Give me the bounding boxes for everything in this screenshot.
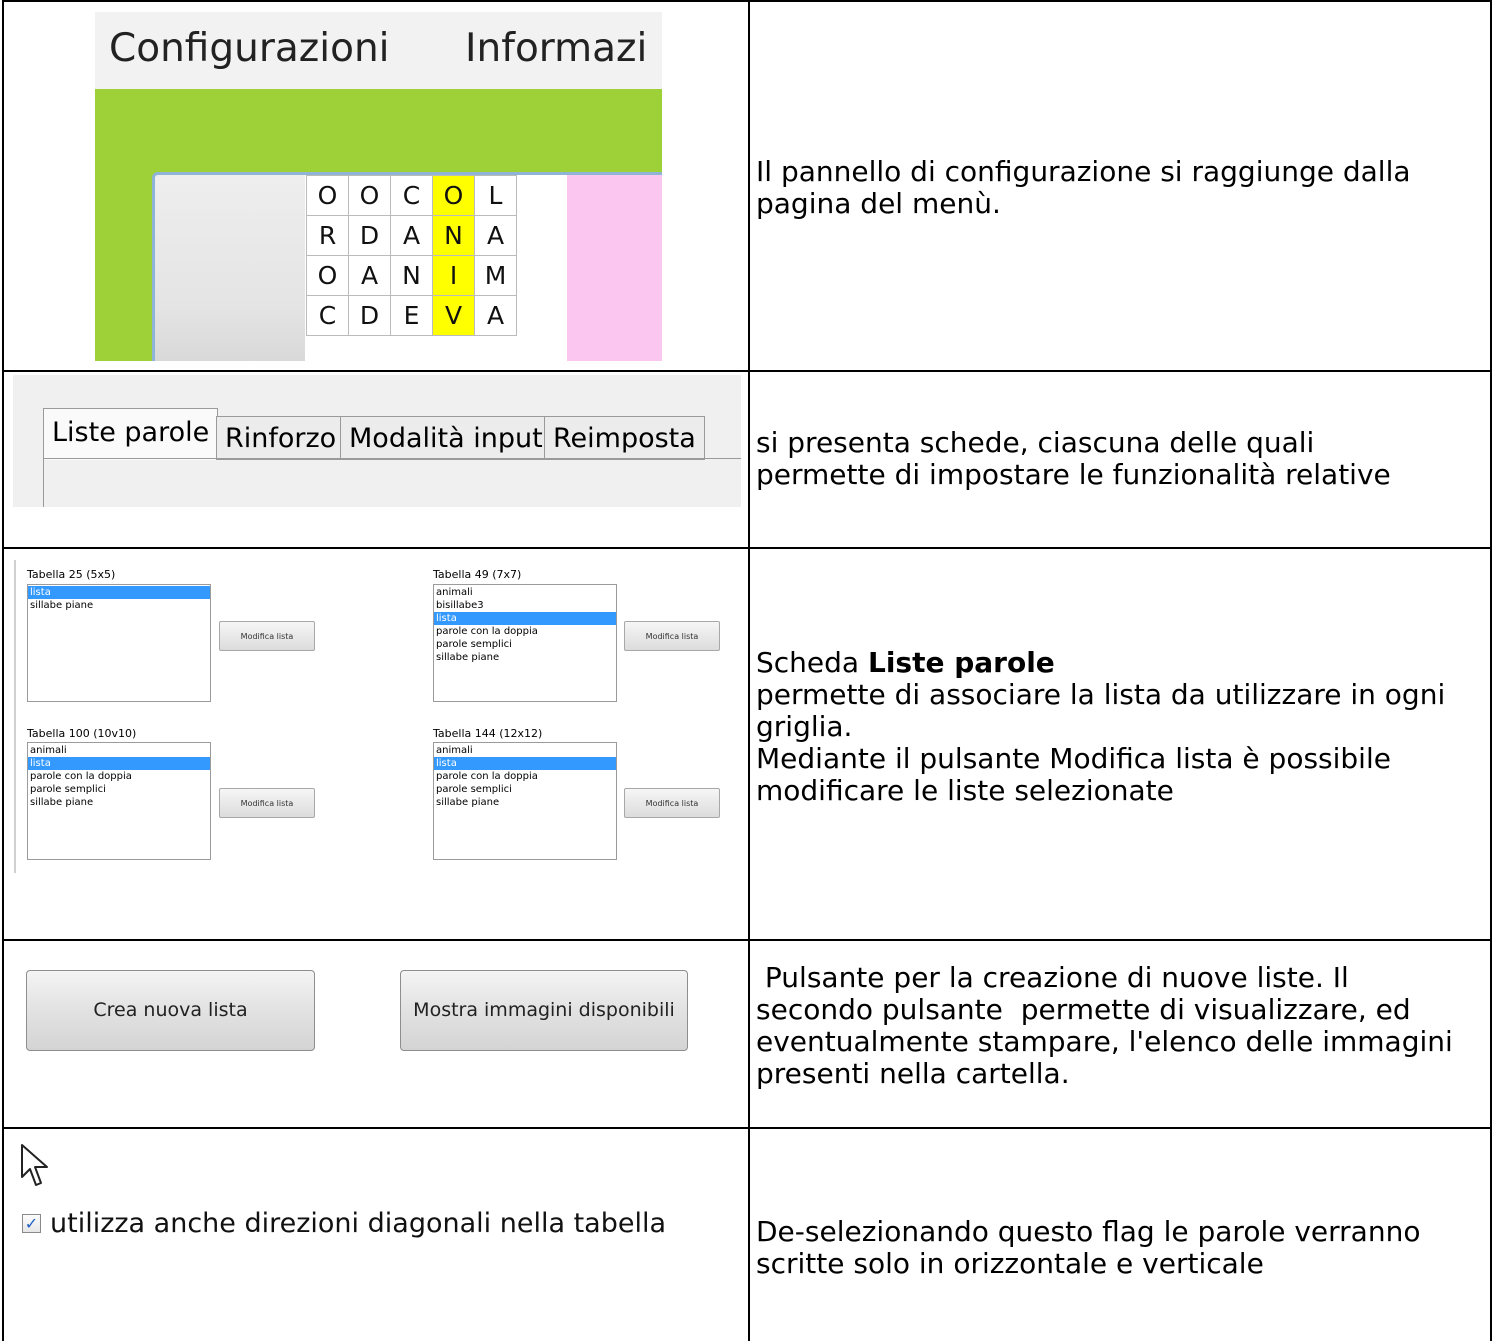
list-item[interactable]: parole con la doppia	[28, 770, 210, 783]
list-item[interactable]: animali	[434, 586, 616, 599]
grid-cell[interactable]: A	[348, 255, 391, 296]
crea-nuova-lista-button[interactable]: Crea nuova lista	[26, 970, 315, 1051]
grid-cell[interactable]: R	[306, 215, 349, 256]
list-item[interactable]: sillabe piane	[434, 651, 616, 664]
row1-description: Il pannello di configurazione si raggiun…	[756, 155, 1411, 220]
list-box-49[interactable]: animali bisillabe3 lista parole con la dopp…	[433, 584, 617, 702]
list-box-25[interactable]: lista sillabe piane	[27, 584, 211, 702]
menu-bar: Configurazioni Informazi	[95, 12, 662, 85]
word-grid: OOCOLRDANAOANIMCDEVA	[306, 175, 517, 336]
list-item[interactable]: parole con la doppia	[434, 625, 616, 638]
grid-cell[interactable]: A	[474, 295, 517, 336]
modifica-lista-button-25[interactable]: Modifica lista	[219, 621, 315, 651]
grid-cell[interactable]: D	[348, 215, 391, 256]
list-item[interactable]: animali	[28, 744, 210, 757]
panel-side	[155, 175, 305, 361]
group-title-25: Tabella 25 (5x5)	[27, 568, 116, 581]
row2-description: si presenta schede, ciascuna delle quali…	[756, 426, 1391, 491]
grid-row: RDANA	[306, 215, 517, 256]
row-divider-2	[2, 547, 1492, 549]
modifica-lista-button-49[interactable]: Modifica lista	[624, 621, 720, 651]
list-item[interactable]: parole semplici	[28, 783, 210, 796]
group-title-49: Tabella 49 (7x7)	[433, 568, 522, 581]
grid-cell[interactable]: N	[390, 255, 433, 296]
tab-baseline	[43, 458, 741, 459]
list-item[interactable]: animali	[434, 744, 616, 757]
grid-cell[interactable]: D	[348, 295, 391, 336]
list-item[interactable]: lista	[28, 586, 210, 599]
modifica-lista-button-100[interactable]: Modifica lista	[219, 788, 315, 818]
list-item[interactable]: bisillabe3	[434, 599, 616, 612]
row5-description: De-selezionando questo flag le parole ve…	[756, 1215, 1421, 1280]
list-item[interactable]: sillabe piane	[28, 599, 210, 612]
list-item[interactable]: parole semplici	[434, 783, 616, 796]
grid-cell[interactable]: C	[306, 295, 349, 336]
tab-reimposta[interactable]: Reimposta	[544, 416, 705, 460]
row4-description: Pulsante per la creazione di nuove liste…	[756, 961, 1453, 1090]
group-title-100: Tabella 100 (10v10)	[27, 727, 137, 740]
table-border-left	[2, 0, 4, 1341]
table-border-top	[2, 0, 1492, 2]
grid-cell[interactable]: C	[390, 175, 433, 216]
mostra-immagini-button[interactable]: Mostra immagini disponibili	[400, 970, 688, 1051]
diagonal-checkbox-label[interactable]: utilizza anche direzioni diagonali nella…	[50, 1208, 666, 1239]
grid-cell[interactable]: A	[390, 215, 433, 256]
menu-item-configurazioni[interactable]: Configurazioni	[109, 26, 390, 71]
pink-area	[567, 175, 662, 361]
row-divider-4	[2, 1127, 1492, 1129]
grid-cell[interactable]: E	[390, 295, 433, 336]
grid-row: OANIM	[306, 255, 517, 296]
grid-cell[interactable]: I	[432, 255, 475, 296]
list-box-100[interactable]: animali lista parole con la doppia parole s…	[27, 742, 211, 860]
row-divider-3	[2, 939, 1492, 941]
menu-item-informazioni[interactable]: Informazi	[465, 26, 647, 71]
lists-screenshot: Tabella 25 (5x5) lista sillabe piane Modi…	[14, 560, 734, 875]
grid-row: CDEVA	[306, 295, 517, 336]
list-item[interactable]: sillabe piane	[434, 796, 616, 809]
grid-cell[interactable]: N	[432, 215, 475, 256]
tab-rinforzo[interactable]: Rinforzo	[216, 416, 346, 460]
grid-cell[interactable]: A	[474, 215, 517, 256]
grid-cell[interactable]: O	[432, 175, 475, 216]
grid-cell[interactable]: M	[474, 255, 517, 296]
grid-cell[interactable]: O	[306, 255, 349, 296]
list-box-144[interactable]: animali lista parole con la doppia parole s…	[433, 742, 617, 860]
grid-cell[interactable]: V	[432, 295, 475, 336]
grid-cell[interactable]: L	[474, 175, 517, 216]
tab-panel-edge	[43, 459, 44, 507]
list-item[interactable]: sillabe piane	[28, 796, 210, 809]
list-item[interactable]: parole semplici	[434, 638, 616, 651]
tab-liste-parole[interactable]: Liste parole	[43, 408, 219, 460]
group-title-144: Tabella 144 (12x12)	[433, 727, 543, 740]
modifica-lista-button-144[interactable]: Modifica lista	[624, 788, 720, 818]
list-item[interactable]: parole con la doppia	[434, 770, 616, 783]
row3-heading: Scheda Liste parole	[756, 646, 1055, 679]
mouse-pointer-icon	[21, 1144, 48, 1186]
grid-cell[interactable]: O	[306, 175, 349, 216]
grid-cell[interactable]: O	[348, 175, 391, 216]
grid-row: OOCOL	[306, 175, 517, 216]
list-item[interactable]: lista	[434, 757, 616, 770]
row-divider-1	[2, 370, 1492, 372]
row3-description: Scheda Liste parole permette di associar…	[756, 647, 1490, 807]
panel-edge	[14, 560, 16, 873]
list-item[interactable]: lista	[434, 612, 616, 625]
tab-modalita-input[interactable]: Modalità input	[340, 416, 552, 460]
column-divider	[748, 0, 750, 1341]
tabs-screenshot: Liste parole Rinforzo Modalità input Rei…	[13, 375, 741, 507]
menu-screenshot: Configurazioni Informazi OOCOLRDANAOANIM…	[95, 12, 662, 361]
table-border-right	[1490, 0, 1492, 1341]
list-item[interactable]: lista	[28, 757, 210, 770]
diagonal-checkbox[interactable]: ✓	[22, 1214, 41, 1233]
game-panel: OOCOLRDANAOANIMCDEVA	[152, 172, 662, 361]
